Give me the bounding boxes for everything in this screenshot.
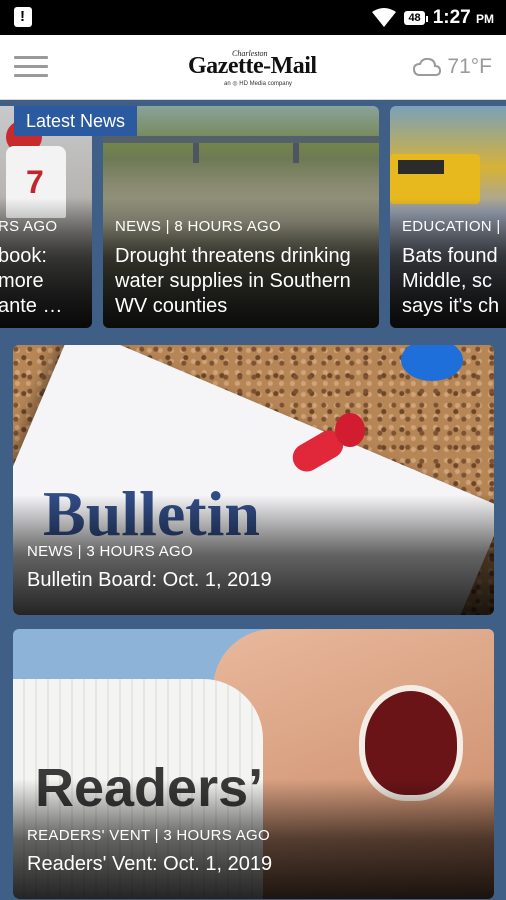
feature-card-bulletin[interactable]: Bulletin NEWS | 3 HOURS AGO Bulletin Boa…	[13, 345, 494, 615]
bridge-image	[103, 136, 379, 143]
clock: 1:27 PM	[432, 7, 494, 28]
logo: Charleston Gazette-Mail an ◎ HD Media co…	[186, 47, 320, 87]
weather-temp: 71°F	[447, 55, 492, 78]
news-card-meta: RS AGO	[0, 218, 58, 235]
news-card-bats[interactable]: EDUCATION | Bats found Middle, sc says i…	[390, 106, 506, 328]
news-card-drought[interactable]: NEWS | 8 HOURS AGO Drought threatens dri…	[103, 106, 379, 328]
feature-meta: READERS' VENT | 3 HOURS AGO	[27, 827, 270, 844]
notification-icon	[14, 7, 32, 27]
battery-icon: 48	[404, 11, 428, 25]
news-card-meta: NEWS | 8 HOURS AGO	[115, 218, 281, 235]
status-bar: 48 1:27 PM	[0, 0, 506, 35]
news-card-title: Bats found Middle, sc says it's ch	[402, 245, 500, 317]
wifi-icon	[372, 8, 397, 27]
feature-title: Bulletin Board: Oct. 1, 2019	[27, 569, 272, 591]
news-card-title: book: more ante …	[0, 245, 63, 317]
feature-meta: NEWS | 3 HOURS AGO	[27, 543, 193, 560]
news-card-title: Drought threatens drinking water supplie…	[115, 245, 351, 317]
logo-name: Gazette-Mail	[188, 53, 317, 79]
weather-widget[interactable]: 71°F	[413, 55, 492, 79]
logo-tagline: an ◎ HD Media company	[224, 81, 292, 87]
cloud-icon	[413, 57, 442, 76]
news-card-meta: EDUCATION |	[402, 218, 501, 235]
hamburger-menu-icon[interactable]	[14, 54, 48, 80]
feature-card-readers-vent[interactable]: Readers’ READERS' VENT | 3 HOURS AGO Rea…	[13, 629, 494, 899]
news-card-football[interactable]: 7 RS AGO book: more ante …	[0, 106, 92, 328]
app-bar: Charleston Gazette-Mail an ◎ HD Media co…	[0, 35, 506, 100]
feature-title: Readers' Vent: Oct. 1, 2019	[27, 853, 273, 875]
school-bus-image	[390, 154, 480, 204]
latest-news-label: Latest News	[14, 106, 138, 136]
